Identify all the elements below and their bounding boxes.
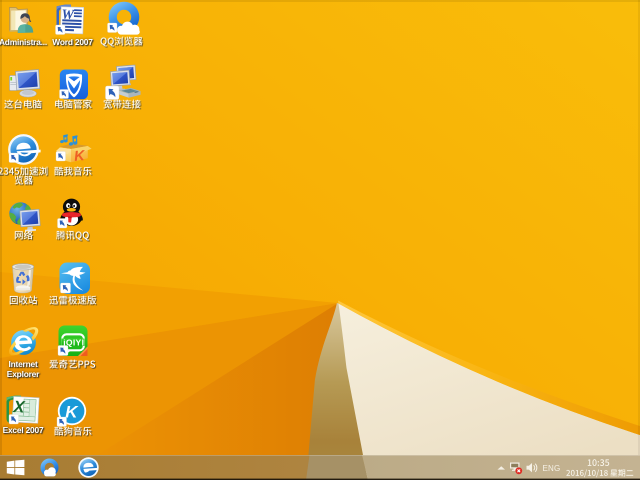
svg-text:X: X: [12, 398, 26, 417]
svg-text:K: K: [65, 403, 79, 422]
